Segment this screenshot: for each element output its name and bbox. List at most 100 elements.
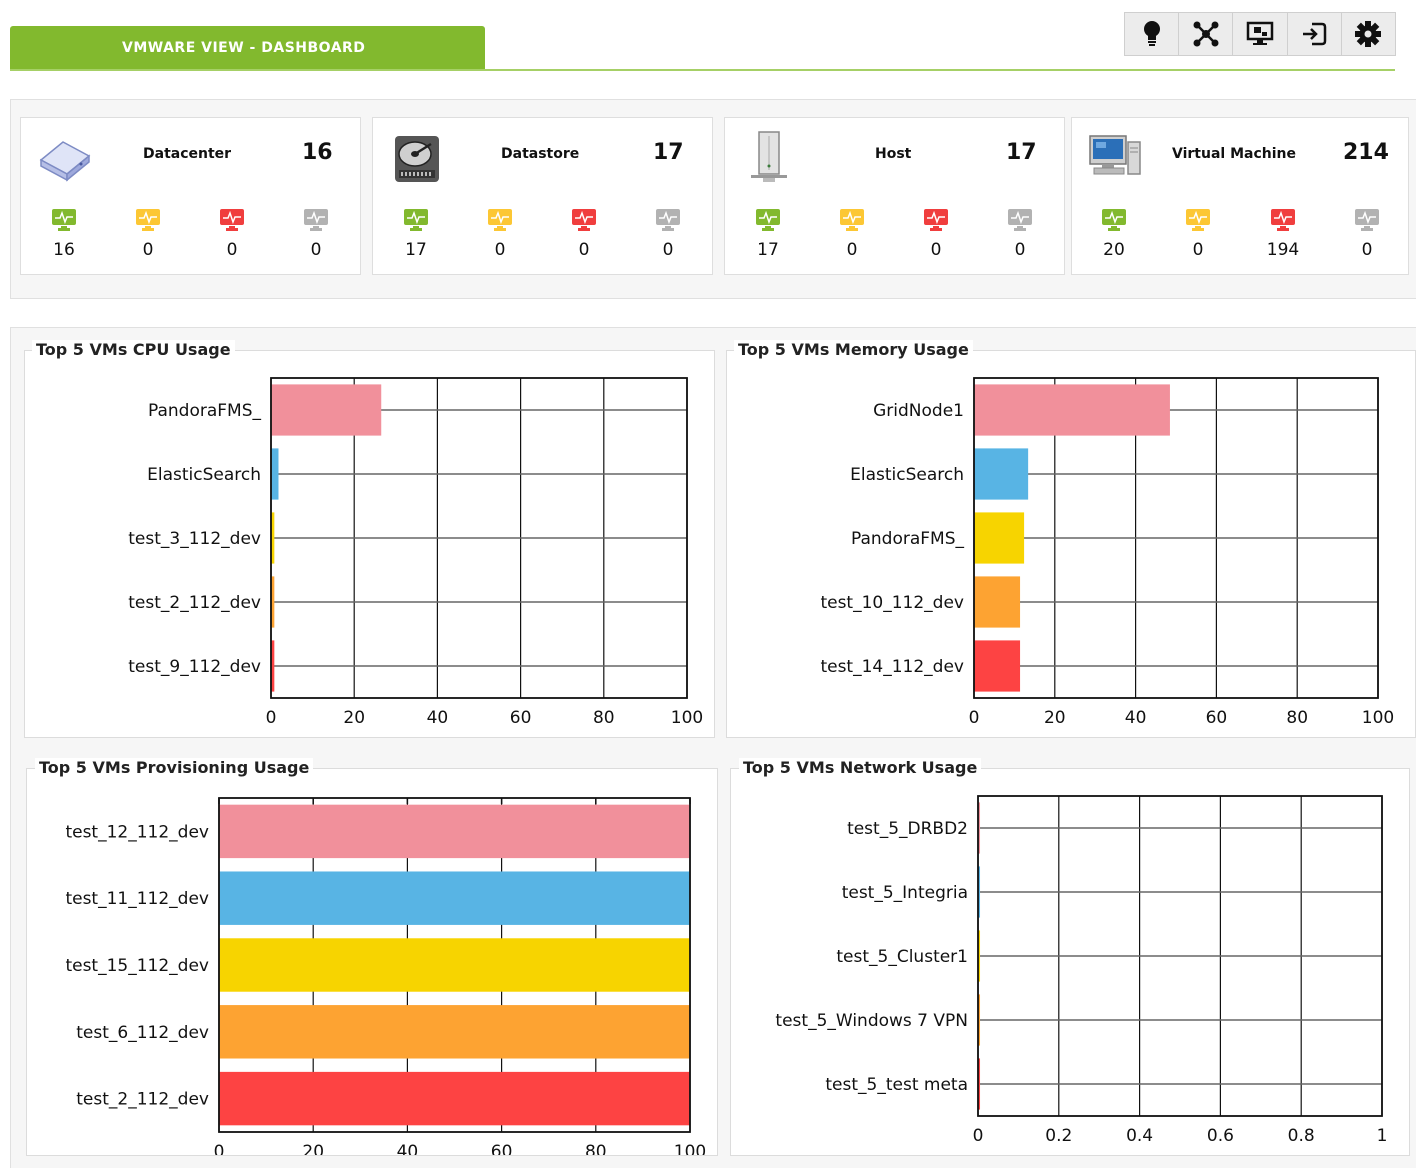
ok-status-icon xyxy=(1102,209,1126,231)
bar xyxy=(974,448,1029,500)
x-tick-label: 0 xyxy=(969,708,980,728)
login-button[interactable] xyxy=(1288,13,1342,55)
warning-count: 0 xyxy=(494,240,506,260)
unknown-count: 0 xyxy=(1014,240,1026,260)
bar xyxy=(271,448,279,500)
x-tick-label: 20 xyxy=(1044,708,1066,728)
x-tick-label: 100 xyxy=(674,1142,706,1155)
unknown-status-icon xyxy=(1008,209,1032,231)
category-label: ElasticSearch xyxy=(147,465,261,485)
cpu-usage-title: Top 5 VMs CPU Usage xyxy=(32,340,235,359)
dashboard-tab[interactable]: VMWARE VIEW - DASHBOARD xyxy=(10,26,485,70)
bar xyxy=(974,576,1021,628)
x-tick-label: 0 xyxy=(973,1126,984,1146)
login-icon xyxy=(1303,22,1327,46)
vm-monitor-button[interactable] xyxy=(1233,13,1288,55)
bar xyxy=(219,804,690,859)
category-label: ElasticSearch xyxy=(850,465,964,485)
x-tick-label: 0 xyxy=(266,708,277,728)
tab-underline xyxy=(10,69,1395,71)
datacenter-icon xyxy=(39,141,91,182)
summary-card-datacenter: Datacenter 16 16 0 0 0 xyxy=(20,117,361,275)
status-warning: 0 xyxy=(128,208,168,260)
cpu-usage-chart: 0 20 40 60 80 100 PandoraFMS_ ElasticSearch test… xyxy=(128,377,703,728)
provisioning-usage-title: Top 5 VMs Provisioning Usage xyxy=(35,758,314,777)
category-label: test_5_test meta xyxy=(825,1075,968,1095)
lightbulb-button[interactable] xyxy=(1125,13,1180,55)
unknown-count: 0 xyxy=(662,240,674,260)
category-label: test_5_DRBD2 xyxy=(847,819,968,839)
status-warning: 0 xyxy=(480,208,520,260)
card-title: Datastore xyxy=(501,146,580,162)
category-label: test_5_Integria xyxy=(842,883,968,903)
x-tick-label: 80 xyxy=(1286,708,1308,728)
ok-count: 16 xyxy=(53,240,75,260)
memory-usage-title: Top 5 VMs Memory Usage xyxy=(734,340,973,359)
status-unknown: 0 xyxy=(1347,208,1387,260)
provisioning-usage-chart: 0 20 40 60 80 100 test_12_112_dev test_11_112_d… xyxy=(65,797,706,1162)
category-label: test_10_112_dev xyxy=(820,593,964,613)
x-tick-label: 60 xyxy=(1206,708,1228,728)
x-tick-label: 0 xyxy=(214,1142,225,1155)
unknown-count: 0 xyxy=(310,240,322,260)
warning-count: 0 xyxy=(1192,240,1204,260)
card-title: Virtual Machine xyxy=(1172,146,1296,162)
x-tick-label: 60 xyxy=(510,708,532,728)
x-tick-label: 100 xyxy=(1362,708,1394,728)
category-label: test_11_112_dev xyxy=(65,889,209,909)
toolbar xyxy=(1124,12,1396,56)
lightbulb-icon xyxy=(1143,21,1160,46)
status-ok: 20 xyxy=(1094,208,1134,260)
gear-icon xyxy=(1355,21,1382,47)
warning-status-icon xyxy=(136,209,160,231)
category-label: PandoraFMS_ xyxy=(851,529,965,549)
status-unknown: 0 xyxy=(296,208,336,260)
x-tick-label: 40 xyxy=(427,708,449,728)
bar xyxy=(974,640,1021,692)
warning-status-icon xyxy=(1186,209,1210,231)
x-tick-label: 20 xyxy=(302,1142,324,1155)
bar xyxy=(219,938,690,992)
category-label: PandoraFMS_ xyxy=(148,401,262,421)
category-label: test_6_112_dev xyxy=(76,1023,209,1043)
status-unknown: 0 xyxy=(648,208,688,260)
network-map-button[interactable] xyxy=(1179,13,1234,55)
x-tick-label: 100 xyxy=(671,708,703,728)
cpu-usage-panel: 0 20 40 60 80 100 PandoraFMS_ ElasticSearch test… xyxy=(24,350,715,738)
status-ok: 16 xyxy=(44,208,84,260)
warning-status-icon xyxy=(840,209,864,231)
x-tick-label: 1 xyxy=(1377,1126,1388,1146)
warning-count: 0 xyxy=(846,240,858,260)
memory-usage-panel: 0 20 40 60 80 100 GridNode1 ElasticSearch Pandor… xyxy=(726,350,1416,738)
critical-status-icon xyxy=(924,209,948,231)
unknown-status-icon xyxy=(656,209,680,231)
x-tick-label: 0.8 xyxy=(1288,1126,1315,1146)
virtual-machine-icon xyxy=(1089,135,1141,175)
x-tick-label: 20 xyxy=(343,708,365,728)
network-usage-chart: 0 0.2 0.4 0.6 0.8 1 test_5_DRBD2 test_5_Integri… xyxy=(775,795,1388,1146)
category-label: test_5_Cluster1 xyxy=(836,947,968,967)
bar xyxy=(219,1005,690,1059)
summary-card-datastore: Datastore 17 17 0 0 0 xyxy=(372,117,713,275)
status-critical: 0 xyxy=(212,208,252,260)
category-label: test_12_112_dev xyxy=(65,822,209,842)
status-critical: 0 xyxy=(564,208,604,260)
x-tick-label: 40 xyxy=(397,1142,419,1155)
ok-status-icon xyxy=(52,209,76,231)
warning-count: 0 xyxy=(142,240,154,260)
unknown-count: 0 xyxy=(1361,240,1373,260)
network-usage-title: Top 5 VMs Network Usage xyxy=(739,758,982,777)
settings-button[interactable] xyxy=(1342,13,1395,55)
host-icon xyxy=(751,131,787,182)
critical-status-icon xyxy=(220,209,244,231)
vm-monitor-icon xyxy=(1246,21,1274,45)
category-label: test_3_112_dev xyxy=(128,529,261,549)
status-critical: 194 xyxy=(1263,208,1303,260)
category-label: test_14_112_dev xyxy=(820,657,964,677)
card-total: 16 xyxy=(302,140,333,165)
x-tick-label: 0.6 xyxy=(1207,1126,1234,1146)
category-label: test_9_112_dev xyxy=(128,657,261,677)
provisioning-usage-panel: 0 20 40 60 80 100 test_12_112_dev test_11_112_d… xyxy=(26,768,718,1162)
dashboard-tab-label: VMWARE VIEW - DASHBOARD xyxy=(122,40,366,56)
category-label: test_15_112_dev xyxy=(65,956,209,976)
